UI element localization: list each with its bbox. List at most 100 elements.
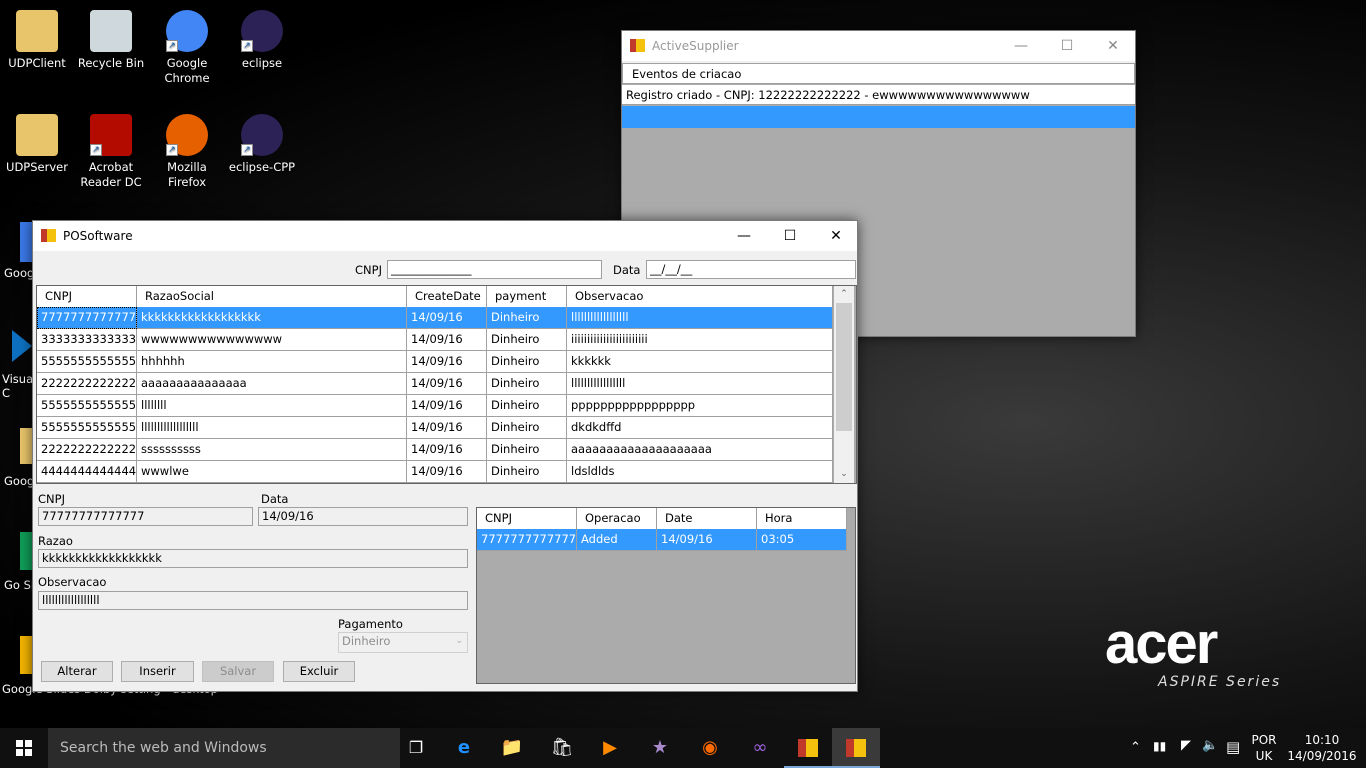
column-header[interactable]: CNPJ	[477, 508, 577, 529]
table-cell: kkkkkk	[567, 351, 833, 373]
table-cell: 14/09/16	[407, 307, 487, 329]
search-box[interactable]: Search the web and Windows	[48, 728, 400, 768]
activesupplier-task-icon[interactable]	[832, 728, 880, 768]
firefox-icon: ↗	[166, 114, 208, 156]
razao-label: Razao	[38, 534, 73, 548]
visual-studio-code-icon[interactable]	[12, 330, 32, 362]
scroll-thumb[interactable]	[836, 303, 852, 431]
column-header[interactable]: CreateDate	[407, 286, 487, 307]
title-bar[interactable]: ActiveSupplier — ☐ ✕	[622, 31, 1135, 61]
selected-empty-row[interactable]	[622, 106, 1135, 128]
table-cell: aaaaaaaaaaaaaaaaaaaa	[567, 439, 833, 461]
app-icon	[630, 39, 645, 52]
title-bar[interactable]: POSoftware — ☐ ✕	[33, 221, 857, 251]
salvar-button[interactable]: Salvar	[202, 661, 274, 682]
close-button[interactable]: ✕	[813, 221, 859, 251]
desktop-icon[interactable]: ↗ eclipse	[225, 10, 299, 71]
table-row[interactable]: 22222222222222 aaaaaaaaaaaaaaa 14/09/16 Din…	[37, 373, 833, 395]
filter-data-input[interactable]: __/__/__	[646, 260, 856, 279]
records-grid[interactable]: CNPJ RazaoSocial CreateDate payment Observac…	[36, 285, 857, 484]
maximize-button[interactable]: ☐	[767, 221, 813, 251]
clock[interactable]: 10:10 14/09/2016	[1286, 732, 1358, 764]
start-button[interactable]	[0, 728, 48, 768]
table-cell: 03:05	[757, 529, 847, 551]
table-row[interactable]: 44444444444444 wwwlwe 14/09/16 Dinheiro ldsl…	[37, 461, 833, 483]
pagamento-value: Dinheiro	[342, 634, 391, 648]
windows-logo-icon	[16, 740, 32, 756]
app-icon[interactable]: ★	[636, 728, 684, 768]
column-header[interactable]: Operacao	[577, 508, 657, 529]
date: 14/09/2016	[1287, 749, 1357, 763]
alterar-button[interactable]: Alterar	[41, 661, 113, 682]
shortcut-arrow-icon: ↗	[166, 144, 178, 156]
table-cell: Dinheiro	[487, 439, 567, 461]
close-button[interactable]: ✕	[1090, 31, 1136, 61]
list-item[interactable]: Registro criado - CNPJ: 12222222222222 -…	[622, 85, 1135, 105]
pagamento-select[interactable]: Dinheiro ⌄	[338, 632, 468, 653]
language-indicator[interactable]: POR UK	[1251, 732, 1277, 764]
posoftware-task-icon[interactable]	[784, 728, 832, 768]
table-cell: iiiiiiiiiiiiiiiiiiiiiiii	[567, 329, 833, 351]
column-header[interactable]: RazaoSocial	[137, 286, 407, 307]
folder-icon	[16, 114, 58, 156]
desktop-icon[interactable]: ↗ Mozilla Firefox	[150, 114, 224, 190]
task-view-icon[interactable]: ❐	[392, 728, 440, 768]
desktop-icon[interactable]: UDPClient	[0, 10, 74, 71]
file-explorer-icon[interactable]: 📁	[488, 728, 536, 768]
battery-icon[interactable]: ▮▮	[1153, 739, 1166, 753]
excluir-button[interactable]: Excluir	[283, 661, 355, 682]
list-header-eventos[interactable]: Eventos de criacao	[622, 63, 1135, 84]
table-cell: wwwlwe	[137, 461, 407, 483]
table-cell: Dinheiro	[487, 351, 567, 373]
filter-cnpj-input[interactable]: ______________	[387, 260, 602, 279]
log-grid[interactable]: CNPJ Operacao Date Hora 77777777777777 Added 1…	[476, 507, 856, 684]
visual-studio-icon[interactable]: ∞	[736, 728, 784, 768]
razao-field[interactable]: kkkkkkkkkkkkkkkkkk	[38, 549, 468, 568]
desktop-icon[interactable]: ↗ Acrobat Reader DC	[74, 114, 148, 190]
scroll-up-icon[interactable]: ⌃	[834, 286, 854, 303]
column-header[interactable]: Hora	[757, 508, 847, 529]
desktop-icon[interactable]: UDPServer	[0, 114, 74, 175]
observacao-field[interactable]: llllllllllllllllll	[38, 591, 468, 610]
edge-icon[interactable]: e	[440, 728, 488, 768]
column-header[interactable]: payment	[487, 286, 567, 307]
table-cell: Dinheiro	[487, 329, 567, 351]
cnpj-field[interactable]: 77777777777777	[38, 507, 253, 526]
data-field[interactable]: 14/09/16	[258, 507, 468, 526]
table-cell: llllllllllllllllll	[567, 307, 833, 329]
wifi-icon[interactable]: ◤	[1181, 738, 1191, 753]
desktop-icon-label: Goog	[4, 266, 35, 280]
firefox-icon[interactable]: ◉	[686, 728, 734, 768]
column-header[interactable]: Date	[657, 508, 757, 529]
table-cell: llllllll	[137, 395, 407, 417]
minimize-button[interactable]: —	[998, 31, 1044, 61]
inserir-button[interactable]: Inserir	[121, 661, 194, 682]
posoftware-window: POSoftware — ☐ ✕ CNPJ ______________ Dat…	[32, 220, 858, 692]
show-hidden-icons-chevron-icon[interactable]: ⌃	[1130, 740, 1141, 755]
desktop-icon[interactable]: Recycle Bin	[74, 10, 148, 71]
vertical-scrollbar[interactable]: ⌃ ⌄	[834, 286, 854, 483]
aspire-logo: ASPIRE Series	[1158, 674, 1282, 690]
table-row[interactable]: 55555555555555 llllllll 14/09/16 Dinheiro pp…	[37, 395, 833, 417]
table-cell: 33333333333333	[37, 329, 137, 351]
table-row[interactable]: 22222222222222 ssssssssss 14/09/16 Dinheiro…	[37, 439, 833, 461]
table-row[interactable]: 77777777777777 kkkkkkkkkkkkkkkkkk 14/09/16…	[37, 307, 833, 329]
minimize-button[interactable]: —	[721, 221, 767, 251]
desktop-icon[interactable]: ↗ Google Chrome	[150, 10, 224, 86]
table-row[interactable]: 33333333333333 wwwwwwwwwwwwwww 14/09/16 Din…	[37, 329, 833, 351]
action-center-icon[interactable]: ▤	[1226, 738, 1240, 756]
table-cell: 55555555555555	[37, 417, 137, 439]
desktop-icon-label: eclipse-CPP	[228, 160, 296, 174]
store-icon[interactable]: 🛍	[538, 728, 586, 768]
table-row[interactable]: 55555555555555 hhhhhh 14/09/16 Dinheiro kkkk…	[37, 351, 833, 373]
maximize-button[interactable]: ☐	[1044, 31, 1090, 61]
table-row[interactable]: 55555555555555 llllllllllllllllll 14/09/16…	[37, 417, 833, 439]
table-cell: aaaaaaaaaaaaaaa	[137, 373, 407, 395]
column-header[interactable]: CNPJ	[37, 286, 137, 307]
column-header[interactable]: Observacao	[567, 286, 833, 307]
volume-icon[interactable]: 🔈	[1202, 738, 1218, 753]
desktop-icon[interactable]: ↗ eclipse-CPP	[225, 114, 299, 175]
media-player-icon[interactable]: ▶	[586, 728, 634, 768]
scroll-down-icon[interactable]: ⌄	[834, 466, 854, 483]
table-row[interactable]: 77777777777777 Added 14/09/16 03:05	[477, 529, 847, 551]
